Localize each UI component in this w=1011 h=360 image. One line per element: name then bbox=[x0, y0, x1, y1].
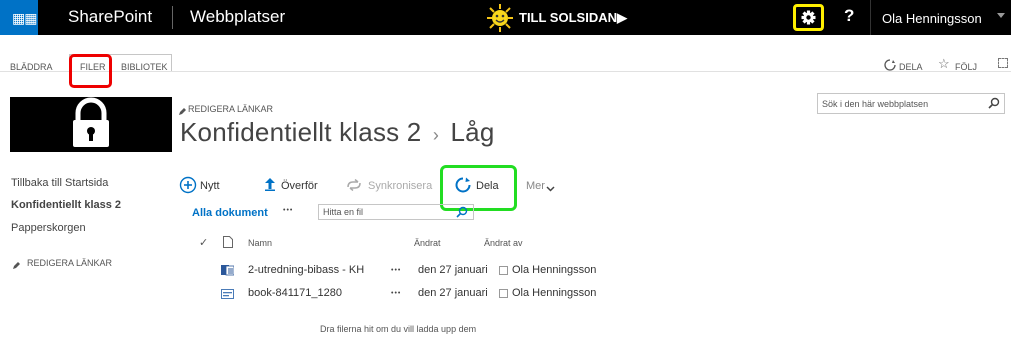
site-logo[interactable] bbox=[10, 97, 172, 152]
follow-button[interactable]: FÖLJ bbox=[955, 62, 977, 72]
chevron-down-icon[interactable] bbox=[546, 180, 555, 198]
upload-icon[interactable] bbox=[264, 177, 276, 196]
file-type-icon bbox=[223, 235, 233, 253]
new-icon[interactable] bbox=[179, 176, 197, 199]
files-tab-highlight-box bbox=[69, 54, 112, 88]
sharepoint-brand[interactable]: SharePoint bbox=[68, 7, 152, 27]
word-doc-icon bbox=[221, 263, 235, 281]
sync-icon bbox=[346, 178, 362, 196]
nav-item-current[interactable]: Konfidentiellt klass 2 bbox=[11, 199, 121, 211]
sun-logo-icon bbox=[484, 3, 516, 38]
search-icon[interactable] bbox=[988, 96, 1000, 114]
presence-icon bbox=[499, 266, 508, 275]
upload-button[interactable]: Överför bbox=[281, 180, 318, 192]
site-title[interactable]: Konfidentiellt klass 2 bbox=[180, 117, 421, 147]
settings-highlight-box bbox=[793, 4, 824, 31]
focus-mode-icon[interactable] bbox=[998, 58, 1008, 68]
tab-browse[interactable]: BLÄDDRA bbox=[10, 62, 53, 72]
page-subtitle: Låg bbox=[450, 117, 495, 147]
image-file-icon bbox=[221, 287, 234, 305]
view-all-documents[interactable]: Alla dokument bbox=[192, 207, 268, 219]
nav-item-recycle-bin[interactable]: Papperskorgen bbox=[11, 222, 86, 234]
file-name-link[interactable]: 2-utredning-bibass - KH bbox=[248, 264, 364, 276]
column-modified-by[interactable]: Ändrat av bbox=[484, 238, 523, 248]
site-logo-text[interactable]: TILL SOLSIDAN▶ bbox=[519, 10, 627, 26]
more-button[interactable]: Mer bbox=[526, 180, 545, 192]
search-placeholder: Sök i den här webbplatsen bbox=[822, 99, 929, 109]
app-launcher-button[interactable]: ▦▦ bbox=[0, 0, 38, 35]
tab-library[interactable]: BIBLIOTEK bbox=[121, 62, 168, 72]
modified-date: den 27 januari bbox=[418, 264, 488, 276]
breadcrumb-separator: › bbox=[432, 125, 440, 145]
star-icon: ☆ bbox=[938, 56, 950, 71]
search-icon[interactable] bbox=[456, 205, 468, 223]
sync-button: Synkronisera bbox=[368, 180, 433, 192]
pencil-icon bbox=[12, 257, 21, 275]
select-all-checkmark-icon[interactable]: ✓ bbox=[199, 236, 208, 249]
help-button[interactable]: ? bbox=[844, 6, 854, 26]
find-file-placeholder: Hitta en fil bbox=[323, 207, 364, 217]
views-more-button[interactable]: ••• bbox=[283, 207, 293, 214]
modified-by-user[interactable]: Ola Henningsson bbox=[512, 287, 596, 299]
suite-divider bbox=[172, 6, 173, 29]
sites-link[interactable]: Webbplatser bbox=[190, 7, 285, 27]
page-title: Konfidentiellt klass 2 › Låg bbox=[180, 117, 494, 148]
chevron-down-icon[interactable] bbox=[997, 13, 1005, 18]
share-icon bbox=[884, 58, 896, 76]
column-modified[interactable]: Ändrat bbox=[414, 238, 441, 248]
row-menu-button[interactable]: ••• bbox=[391, 267, 401, 274]
presence-icon bbox=[499, 289, 508, 298]
modified-by-user[interactable]: Ola Henningsson bbox=[512, 264, 596, 276]
drop-zone-hint: Dra filerna hit om du vill ladda upp dem bbox=[320, 324, 477, 334]
new-button[interactable]: Nytt bbox=[200, 180, 220, 192]
file-name-link[interactable]: book-841171_1280 bbox=[248, 287, 342, 299]
waffle-icon: ▦▦ bbox=[12, 10, 37, 26]
modified-date: den 27 januari bbox=[418, 287, 488, 299]
suite-divider-right bbox=[870, 0, 871, 35]
user-menu[interactable]: Ola Henningsson bbox=[882, 11, 982, 26]
edit-links-nav[interactable]: REDIGERA LÄNKAR bbox=[27, 258, 112, 268]
share-ribbon-button[interactable]: DELA bbox=[899, 62, 923, 72]
row-menu-button[interactable]: ••• bbox=[391, 290, 401, 297]
nav-item-home[interactable]: Tillbaka till Startsida bbox=[11, 177, 108, 189]
lock-icon bbox=[73, 97, 109, 147]
column-name[interactable]: Namn bbox=[248, 238, 272, 248]
edit-links-top[interactable]: REDIGERA LÄNKAR bbox=[188, 104, 273, 114]
